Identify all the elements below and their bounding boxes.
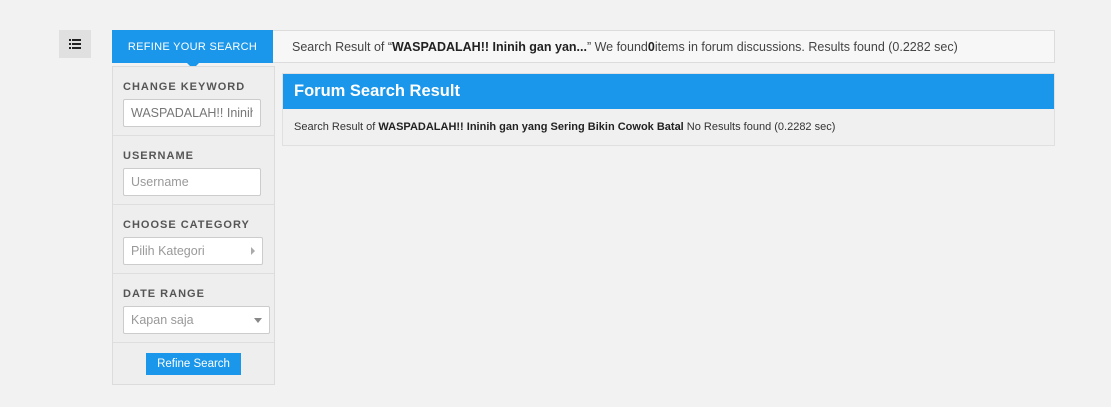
forum-result-panel: Forum Search Result Search Result of WAS…	[282, 73, 1055, 146]
refine-search-tab[interactable]: REFINE YOUR SEARCH	[112, 30, 273, 69]
date-section: DATE RANGE Kapan saja	[113, 274, 274, 343]
refine-button-wrap: Refine Search	[113, 343, 274, 384]
date-range-select[interactable]: Kapan saja	[123, 306, 270, 334]
refine-search-button[interactable]: Refine Search	[146, 353, 241, 375]
keyword-input[interactable]	[123, 99, 261, 127]
result-suffix: No Results found (0.2282 sec)	[683, 121, 836, 133]
summary-keyword: WASPADALAH!! Ininih gan yan...	[392, 39, 587, 54]
date-select-value: Kapan saja	[131, 313, 194, 327]
list-icon	[69, 39, 81, 49]
search-summary: Search Result of “WASPADALAH!! Ininih ga…	[273, 31, 958, 62]
refine-tab-label: REFINE YOUR SEARCH	[127, 40, 258, 53]
result-title: Forum Search Result	[283, 74, 1054, 109]
chevron-down-icon	[254, 317, 262, 323]
result-keyword: WASPADALAH!! Ininih gan yang Sering Biki…	[378, 121, 684, 133]
username-section: USERNAME	[113, 136, 274, 205]
summary-count: 0	[647, 39, 655, 54]
chevron-right-icon	[251, 247, 255, 255]
summary-suffix: items in forum discussions. Results foun…	[654, 39, 958, 54]
list-toggle-button[interactable]	[59, 30, 91, 58]
keyword-label: CHANGE KEYWORD	[123, 81, 246, 93]
category-select-value: Pilih Kategori	[131, 244, 205, 258]
summary-middle: ” We found	[586, 39, 648, 54]
category-section: CHOOSE CATEGORY Pilih Kategori	[113, 205, 274, 274]
username-label: USERNAME	[123, 150, 194, 162]
summary-prefix: Search Result of “	[292, 39, 393, 54]
username-input[interactable]	[123, 168, 261, 196]
search-summary-bar: REFINE YOUR SEARCH Search Result of “WAS…	[112, 30, 1055, 69]
keyword-section: CHANGE KEYWORD	[113, 67, 274, 136]
category-label: CHOOSE CATEGORY	[123, 219, 250, 231]
result-prefix: Search Result of	[294, 121, 379, 133]
refine-sidebar: CHANGE KEYWORD USERNAME CHOOSE CATEGORY …	[112, 66, 275, 385]
category-select[interactable]: Pilih Kategori	[123, 237, 263, 265]
date-label: DATE RANGE	[123, 288, 205, 300]
result-message: Search Result of WASPADALAH!! Ininih gan…	[283, 109, 1054, 145]
